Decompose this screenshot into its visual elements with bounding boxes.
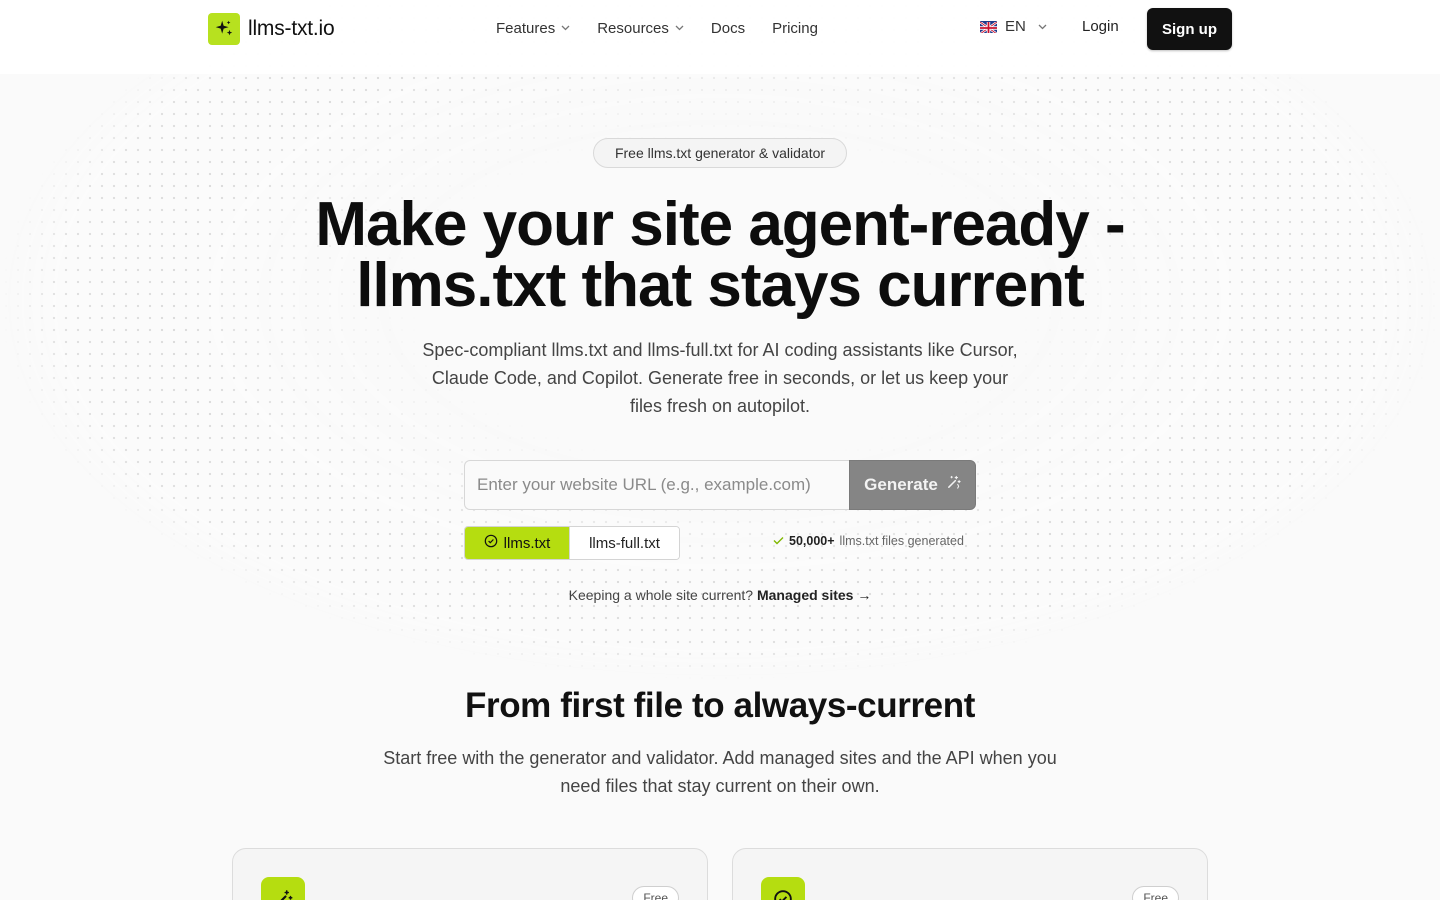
managed-sites-link[interactable]: Managed sites → <box>757 587 871 603</box>
managed-sites-prompt: Keeping a whole site current? Managed si… <box>0 587 1440 603</box>
format-option-llms-full-txt[interactable]: llms-full.txt <box>569 527 679 559</box>
nav-resources[interactable]: Resources <box>597 20 684 37</box>
generated-count-stat: 50,000+ llms.txt files generated <box>773 534 964 548</box>
managed-link-label: Managed sites <box>756 587 854 603</box>
free-badge: Free <box>632 886 679 900</box>
nav-docs-label: Docs <box>710 19 746 37</box>
login-link[interactable]: Login <box>1082 18 1119 35</box>
language-label: EN <box>1005 18 1026 35</box>
stat-text: llms.txt files generated <box>839 534 964 548</box>
hero-title: Make your site agent-ready - llms.txt th… <box>220 194 1220 317</box>
uk-flag-icon <box>980 20 997 33</box>
nav-pricing[interactable]: Pricing <box>772 20 818 37</box>
main-nav: Features Resources Docs Pricing <box>496 18 845 38</box>
check-circle-icon <box>761 877 805 900</box>
stat-count: 50,000+ <box>789 534 835 548</box>
logo-text: llms-txt.io <box>248 17 335 40</box>
managed-prefix: Keeping a whole site current? <box>568 587 754 603</box>
nav-pricing-label: Pricing <box>772 19 818 37</box>
chevron-down-icon <box>561 24 570 33</box>
feature-card-validator[interactable]: Free <box>732 848 1208 900</box>
check-circle-icon <box>484 534 498 552</box>
section-subtitle: Start free with the generator and valida… <box>383 748 1057 796</box>
section-title: From first file to always-current <box>465 686 975 725</box>
checkmark-icon <box>773 534 784 548</box>
nav-features-label: Features <box>496 19 556 37</box>
free-badge: Free <box>1132 886 1179 900</box>
website-url-input[interactable] <box>464 460 849 510</box>
logo-link[interactable]: llms-txt.io <box>208 13 335 45</box>
signup-button[interactable]: Sign up <box>1147 8 1232 50</box>
magic-wand-icon <box>261 877 305 900</box>
site-header: llms-txt.io Features Resources Docs Pric… <box>0 0 1440 74</box>
magic-wand-icon <box>946 475 961 495</box>
nav-resources-label: Resources <box>597 19 669 37</box>
hero-title-line1: Make your site agent-ready - <box>315 190 1125 259</box>
arrow-right-icon: → <box>857 587 872 603</box>
format-option-label: llms.txt <box>503 534 551 552</box>
generate-button[interactable]: Generate <box>849 460 976 510</box>
chevron-down-icon <box>675 24 684 33</box>
hero-subtitle: Spec-compliant llms.txt and llms-full.tx… <box>422 340 1018 416</box>
nav-docs[interactable]: Docs <box>711 20 745 37</box>
sparkle-logo-icon <box>208 13 240 45</box>
feature-card-generator[interactable]: Free <box>232 848 708 900</box>
format-option-llms-txt[interactable]: llms.txt <box>465 527 569 559</box>
language-selector[interactable]: EN <box>980 18 1047 35</box>
format-toggle: llms.txt llms-full.txt <box>464 526 680 560</box>
chevron-down-icon <box>1038 22 1047 31</box>
format-option-label: llms-full.txt <box>589 534 660 552</box>
nav-features[interactable]: Features <box>496 20 570 37</box>
hero-pill-badge: Free llms.txt generator & validator <box>593 138 847 168</box>
generate-label: Generate <box>864 475 938 494</box>
hero-title-line2: llms.txt that stays current <box>356 251 1085 320</box>
url-form: Generate <box>464 460 976 510</box>
